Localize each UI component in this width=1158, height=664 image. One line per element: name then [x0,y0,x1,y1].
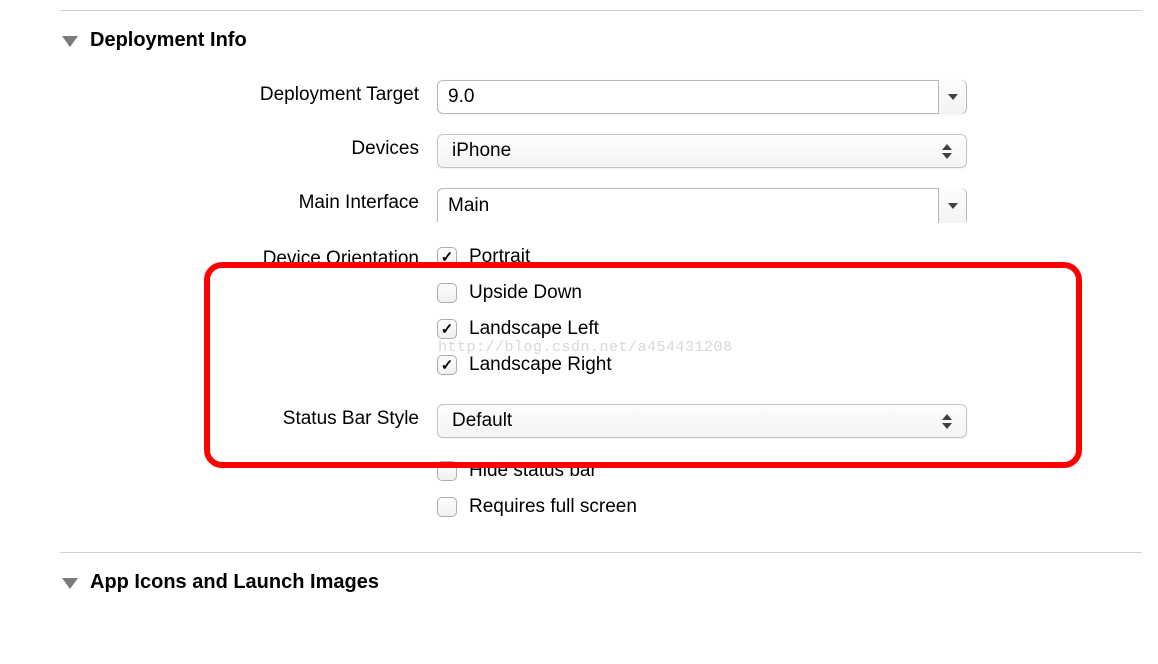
deployment-target-label: Deployment Target [62,80,437,106]
deployment-target-combobox[interactable]: 9.0 [437,80,967,114]
chevron-down-icon [62,36,78,47]
status-bar-style-value: Default [452,410,512,432]
popup-indicator-icon [942,411,956,431]
chevron-down-icon [62,578,78,589]
portrait-checkbox[interactable] [437,247,457,267]
upside-down-label: Upside Down [469,282,582,304]
requires-full-screen-checkbox[interactable] [437,497,457,517]
deployment-target-value: 9.0 [448,86,474,108]
app-icons-header[interactable]: App Icons and Launch Images [0,553,1158,612]
chevron-down-icon [948,203,958,209]
landscape-left-checkbox[interactable] [437,319,457,339]
popup-indicator-icon [942,141,956,161]
deployment-target-dropdown-button[interactable] [938,80,966,114]
section-title: Deployment Info [90,29,247,52]
devices-popup[interactable]: iPhone [437,134,967,168]
hide-status-bar-checkbox[interactable] [437,461,457,481]
landscape-right-label: Landscape Right [469,354,612,376]
requires-full-screen-label: Requires full screen [469,496,637,518]
upside-down-checkbox[interactable] [437,283,457,303]
landscape-left-label: Landscape Left [469,318,599,340]
main-interface-dropdown-button[interactable] [938,188,966,223]
main-interface-label: Main Interface [62,188,437,214]
status-bar-style-label: Status Bar Style [62,404,437,430]
main-interface-value: Main [448,195,489,217]
portrait-label: Portrait [469,246,530,268]
main-interface-combobox[interactable]: Main [437,188,967,222]
landscape-right-checkbox[interactable] [437,355,457,375]
chevron-down-icon [948,94,958,100]
status-bar-style-popup[interactable]: Default [437,404,967,438]
section-title: App Icons and Launch Images [90,571,379,594]
deployment-info-header[interactable]: Deployment Info [0,11,1158,70]
device-orientation-label: Device Orientation [62,244,437,270]
devices-label: Devices [62,134,437,160]
devices-value: iPhone [452,140,511,162]
hide-status-bar-label: Hide status bar [469,460,597,482]
